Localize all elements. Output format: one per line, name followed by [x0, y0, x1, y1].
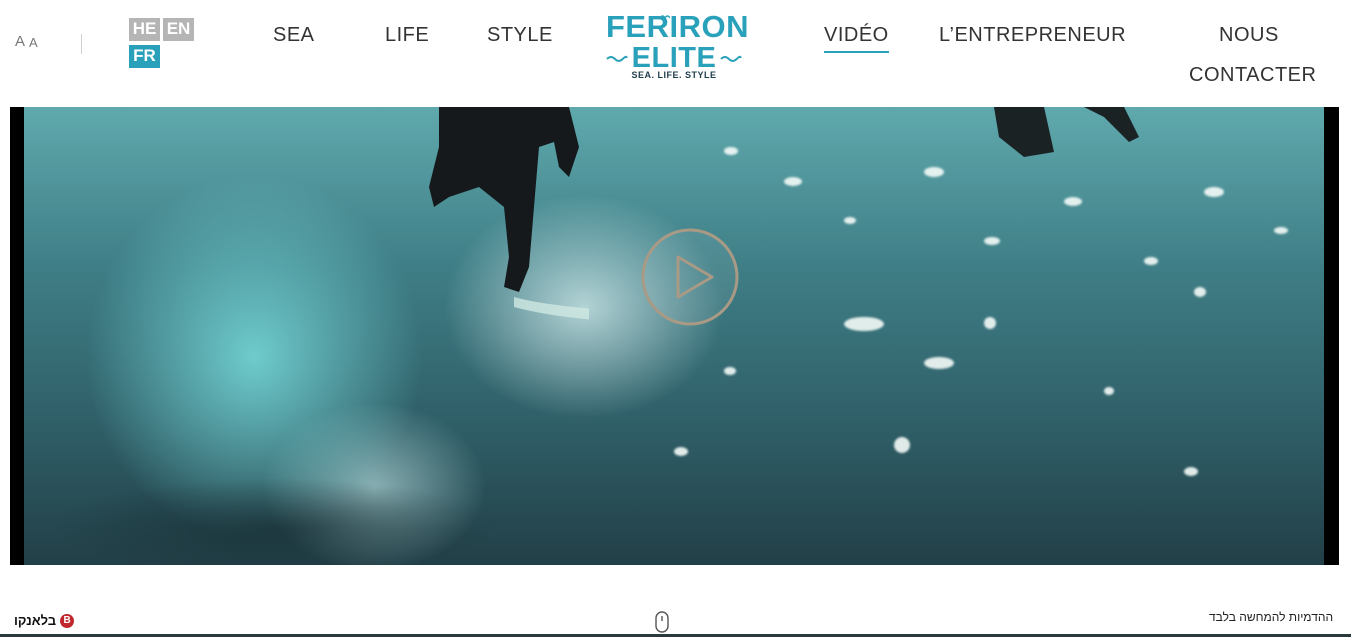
water-sparkle	[784, 177, 802, 186]
water-sparkle	[844, 217, 856, 224]
surfer-silhouette	[429, 107, 589, 320]
header-divider	[81, 34, 82, 54]
water-sparkle	[1184, 467, 1198, 476]
video-player[interactable]	[10, 107, 1339, 565]
site-header: A A HE EN FR SEA LIFE STYLE FERIRON ELIT…	[0, 0, 1351, 107]
nav-sea[interactable]: SEA	[273, 24, 315, 47]
font-size-decrease[interactable]: A	[15, 33, 25, 50]
video-frame	[24, 107, 1324, 565]
water-sparkle	[1204, 187, 1224, 197]
lang-en-button[interactable]: EN	[163, 18, 194, 41]
water-sparkle	[1144, 257, 1158, 265]
water-sparkle	[1194, 287, 1206, 297]
nav-contacter[interactable]: CONTACTER	[1189, 64, 1316, 87]
water-sparkle	[984, 237, 1000, 245]
water-sparkle	[844, 317, 884, 331]
nav-video[interactable]: VIDÉO	[824, 24, 889, 53]
lang-fr-button[interactable]: FR	[129, 45, 160, 68]
water-sparkle	[1064, 197, 1082, 206]
logo-line1: FERIRON	[606, 9, 749, 44]
water-sparkle	[1274, 227, 1288, 234]
water-sparkle	[724, 367, 736, 375]
water-sparkle	[924, 167, 944, 177]
blanko-brand-link[interactable]: בלאנקו B	[14, 613, 75, 628]
nav-style[interactable]: STYLE	[487, 24, 553, 47]
nav-entrepreneur[interactable]: L’ENTREPRENEUR	[939, 24, 1126, 47]
site-logo[interactable]: FERIRON ELITE SEA. LIFE. STYLE	[606, 9, 749, 90]
water-sparkle	[924, 357, 954, 369]
blanko-brand-text: בלאנקו	[14, 613, 57, 628]
logo-tagline: SEA. LIFE. STYLE	[631, 70, 717, 80]
nav-life[interactable]: LIFE	[385, 24, 429, 47]
play-icon[interactable]	[640, 227, 740, 327]
water-sparkle	[1104, 387, 1114, 395]
logo-wave-left-icon	[606, 55, 628, 62]
second-surfer-silhouette	[994, 107, 1139, 157]
water-sparkle	[984, 317, 996, 329]
font-size-control[interactable]: A A	[15, 33, 38, 50]
nav-nous[interactable]: NOUS	[1219, 24, 1279, 47]
logo-wave-right-icon	[720, 55, 742, 62]
wave-shadow	[24, 467, 624, 565]
seagull-icon	[660, 15, 670, 20]
blanko-badge-icon: B	[60, 613, 75, 628]
disclaimer-text: ההדמיות להמחשה בלבד	[1209, 610, 1334, 624]
water-sparkle	[674, 447, 688, 456]
logo-line2: ELITE	[631, 42, 717, 74]
water-sparkle	[894, 437, 910, 453]
font-size-increase[interactable]: A	[29, 35, 38, 50]
water-sparkle	[724, 147, 738, 155]
lang-he-button[interactable]: HE	[129, 18, 160, 41]
mouse-scroll-icon[interactable]	[655, 611, 669, 633]
